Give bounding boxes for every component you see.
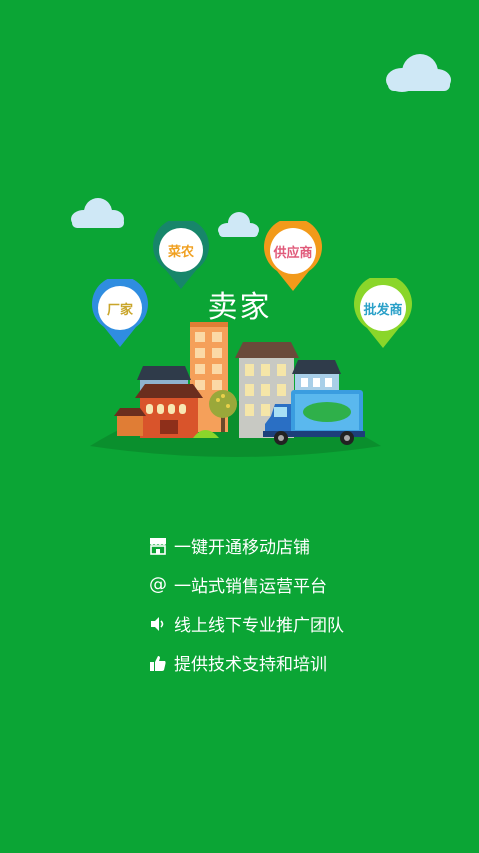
page-title: 卖家 (207, 290, 272, 325)
feature-text: 提供技术支持和培训 (174, 655, 327, 675)
feature-text: 线上线下专业推广团队 (174, 616, 344, 636)
feature-item: 线上线下专业推广团队 (148, 604, 448, 643)
feature-item: @ 一站式销售运营平台 (148, 565, 448, 604)
cloud-left (71, 198, 124, 228)
feature-text: 一站式销售运营平台 (174, 577, 327, 597)
feature-text: 一键开通移动店铺 (174, 538, 310, 558)
cloud-top-right (386, 54, 451, 92)
feature-item: 一键开通移动店铺 (148, 526, 448, 565)
pin-farmer: 菜农 (151, 218, 211, 291)
thumbs-up-icon (148, 653, 168, 673)
feature-list: 一键开通移动店铺 @ 一站式销售运营平台 线上线下专业推广团队 提供技术支持和培… (148, 526, 448, 682)
speaker-icon (148, 614, 168, 634)
at-icon: @ (149, 574, 167, 595)
feature-item: 提供技术支持和培训 (148, 643, 448, 682)
cloud-center (218, 212, 259, 237)
pin-label: 菜农 (167, 245, 194, 260)
pin-label: 供应商 (273, 246, 313, 261)
shop-icon (148, 536, 168, 556)
